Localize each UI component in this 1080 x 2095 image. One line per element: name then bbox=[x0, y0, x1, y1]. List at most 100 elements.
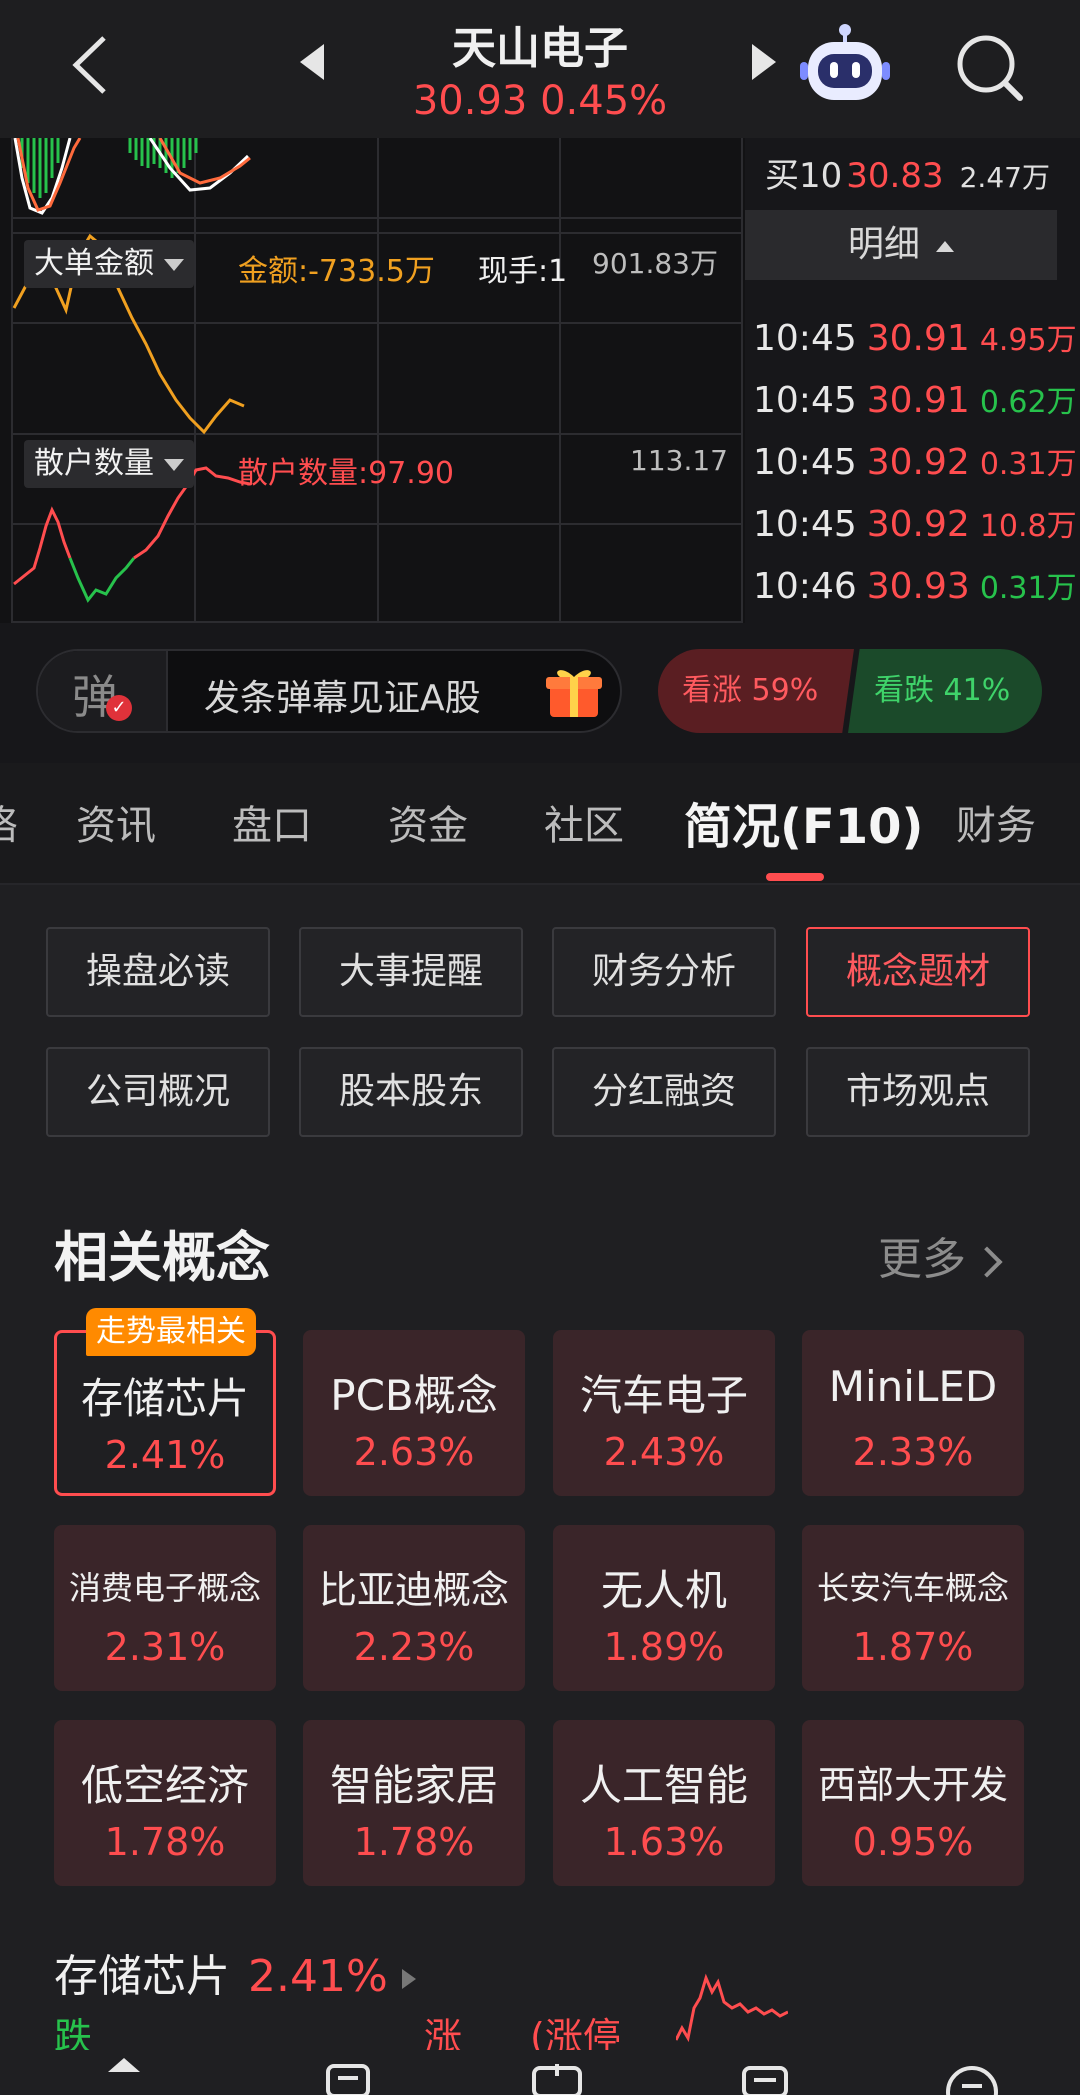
caret-up-icon[interactable] bbox=[104, 2056, 144, 2076]
tick-time: 10:46 bbox=[753, 566, 857, 607]
back-arrow-icon[interactable] bbox=[62, 30, 122, 100]
concept-change: 2.43% bbox=[603, 1430, 725, 1474]
preview-concept-name: 存储芯片 bbox=[54, 1951, 230, 2002]
concept-name: 汽车电子 bbox=[579, 1371, 748, 1420]
retail-count-value: 散户数量:97.90 bbox=[238, 456, 454, 491]
tab-news[interactable]: 资讯 bbox=[76, 793, 156, 851]
tick-price: 30.92 bbox=[866, 442, 970, 483]
trade-detail-panel: 买10 30.83 2.47万 明细 10:45 30.91 4.95万 10:45 30… bbox=[745, 138, 1080, 623]
big-order-amount: 金额:-733.5万 bbox=[238, 254, 435, 289]
concept-card[interactable]: PCB概念 2.63% bbox=[303, 1330, 525, 1496]
subbtn-company-profile[interactable]: 公司概况 bbox=[46, 1047, 270, 1137]
active-tab-indicator bbox=[766, 873, 824, 881]
ai-robot-icon[interactable] bbox=[800, 22, 890, 108]
concept-preview-header[interactable]: 存储芯片 2.41% bbox=[54, 1940, 416, 2004]
chevron-down-icon bbox=[164, 258, 184, 271]
concept-name: PCB概念 bbox=[330, 1371, 498, 1420]
concept-change: 1.78% bbox=[353, 1820, 475, 1864]
top-bar: 天山电子 30.93 0.45% bbox=[0, 0, 1080, 138]
intraday-indicator-charts: 大单金额 金额:-733.5万 现手:1 901.83万 散户数量 散户数量:9… bbox=[0, 138, 745, 623]
tab-community[interactable]: 社区 bbox=[544, 793, 624, 851]
concept-change: 0.95% bbox=[852, 1820, 974, 1864]
retail-count-indicator-dropdown[interactable]: 散户数量 bbox=[24, 440, 194, 488]
tab-partial[interactable]: 络 bbox=[0, 793, 18, 851]
subbtn-market-views[interactable]: 市场观点 bbox=[806, 1047, 1030, 1137]
tab-finance[interactable]: 财务 bbox=[956, 793, 1036, 851]
vote-bearish-button[interactable]: 看跌 41% bbox=[848, 649, 1042, 733]
indicator-chart-canvas bbox=[11, 138, 743, 623]
concept-name: 存储芯片 bbox=[80, 1374, 249, 1423]
buy10-label: 买10 bbox=[765, 156, 843, 196]
concept-change: 2.23% bbox=[353, 1625, 475, 1669]
notes-icon[interactable] bbox=[326, 2064, 370, 2095]
buy10-volume: 2.47万 bbox=[959, 161, 1050, 194]
subbtn-concept-theme[interactable]: 概念题材 bbox=[806, 927, 1030, 1017]
more-link[interactable]: 更多 bbox=[878, 1223, 1003, 1287]
stock-change-pct: 0.45% bbox=[540, 78, 668, 124]
f10-sub-menu: 操盘必读 大事提醒 财务分析 概念题材 公司概况 股本股东 分红融资 市场观点 bbox=[0, 885, 1080, 1195]
next-stock-icon[interactable] bbox=[752, 44, 776, 80]
retail-axis-max: 113.17 bbox=[630, 444, 728, 477]
concept-change: 1.63% bbox=[603, 1820, 725, 1864]
section-title: 相关概念 bbox=[54, 1226, 270, 1289]
trade-tick-row: 10:45 30.91 4.95万 bbox=[753, 308, 1077, 370]
concept-card[interactable]: 无人机 1.89% bbox=[553, 1525, 775, 1691]
concept-name: 消费电子概念 bbox=[68, 1569, 261, 1607]
tick-price: 30.92 bbox=[866, 504, 970, 545]
subbtn-trading-must-read[interactable]: 操盘必读 bbox=[46, 927, 270, 1017]
tick-time: 10:45 bbox=[753, 504, 857, 545]
subbtn-event-reminder[interactable]: 大事提醒 bbox=[299, 927, 523, 1017]
check-badge-icon: ✓ bbox=[106, 695, 132, 721]
subbtn-dividends-financing[interactable]: 分红融资 bbox=[552, 1047, 776, 1137]
tick-volume: 0.62万 bbox=[979, 385, 1077, 420]
alert-icon[interactable] bbox=[530, 2064, 584, 2095]
concept-card[interactable]: 比亚迪概念 2.23% bbox=[303, 1525, 525, 1691]
concept-card[interactable]: 汽车电子 2.43% bbox=[553, 1330, 775, 1496]
detail-tab-label: 明细 bbox=[847, 224, 920, 265]
subbtn-financial-analysis[interactable]: 财务分析 bbox=[552, 927, 776, 1017]
tick-time: 10:45 bbox=[753, 442, 857, 483]
danmu-bar: 弹 ✓ 发条弹幕见证A股 看涨 59% 看跌 41% bbox=[0, 623, 1080, 763]
vote-bullish-button[interactable]: 看涨 59% bbox=[658, 649, 854, 733]
concept-card[interactable]: 西部大开发 0.95% bbox=[802, 1720, 1024, 1886]
tick-volume: 0.31万 bbox=[979, 447, 1077, 482]
preview-concept-pct: 2.41% bbox=[248, 1951, 388, 2002]
concept-card[interactable]: 长安汽车概念 1.87% bbox=[802, 1525, 1024, 1691]
detail-tab[interactable]: 明细 bbox=[745, 210, 1057, 280]
caret-up-icon bbox=[936, 240, 954, 252]
trade-tick-row: 10:45 30.92 10.8万 bbox=[753, 494, 1077, 556]
search-icon[interactable] bbox=[950, 28, 1030, 108]
concept-card[interactable]: 智能家居 1.78% bbox=[303, 1720, 525, 1886]
tab-funds[interactable]: 资金 bbox=[388, 793, 468, 851]
concept-change: 2.41% bbox=[104, 1433, 226, 1477]
tick-time: 10:45 bbox=[753, 380, 857, 421]
tick-time: 10:45 bbox=[753, 318, 857, 359]
gift-icon[interactable] bbox=[544, 663, 604, 721]
big-order-indicator-dropdown[interactable]: 大单金额 bbox=[24, 240, 194, 288]
chevron-right-icon bbox=[971, 1246, 1003, 1278]
concept-name: 西部大开发 bbox=[817, 1763, 1008, 1807]
trade-icon[interactable] bbox=[740, 2064, 790, 2095]
tab-orderbook[interactable]: 盘口 bbox=[232, 793, 312, 851]
order-book-buy10: 买10 30.83 2.47万 bbox=[765, 148, 1050, 197]
tab-f10-overview[interactable]: 简况(F10) bbox=[684, 787, 923, 857]
concept-card[interactable]: 低空经济 1.78% bbox=[54, 1720, 276, 1886]
concept-name: 比亚迪概念 bbox=[318, 1568, 509, 1612]
more-menu-icon[interactable] bbox=[944, 2064, 1000, 2095]
prev-stock-icon[interactable] bbox=[300, 44, 324, 80]
tick-volume: 0.31万 bbox=[979, 571, 1077, 606]
concept-card[interactable]: 人工智能 1.63% bbox=[553, 1720, 775, 1886]
danmu-input[interactable]: 弹 ✓ 发条弹幕见证A股 bbox=[36, 649, 622, 733]
concept-card[interactable]: 消费电子概念 2.31% bbox=[54, 1525, 276, 1691]
tick-price: 30.91 bbox=[866, 380, 970, 421]
retail-dropdown-label: 散户数量 bbox=[34, 446, 154, 481]
concept-name: MiniLED bbox=[828, 1362, 998, 1411]
concept-change: 1.78% bbox=[104, 1820, 226, 1864]
danmu-toggle-icon[interactable]: 弹 ✓ bbox=[38, 651, 168, 731]
big-order-axis-max: 901.83万 bbox=[592, 247, 718, 280]
most-correlated-badge: 走势最相关 bbox=[86, 1308, 256, 1356]
concept-change: 1.89% bbox=[603, 1625, 725, 1669]
concept-card[interactable]: MiniLED 2.33% bbox=[802, 1330, 1024, 1496]
play-triangle-icon bbox=[401, 1969, 416, 1989]
subbtn-shareholders[interactable]: 股本股东 bbox=[299, 1047, 523, 1137]
